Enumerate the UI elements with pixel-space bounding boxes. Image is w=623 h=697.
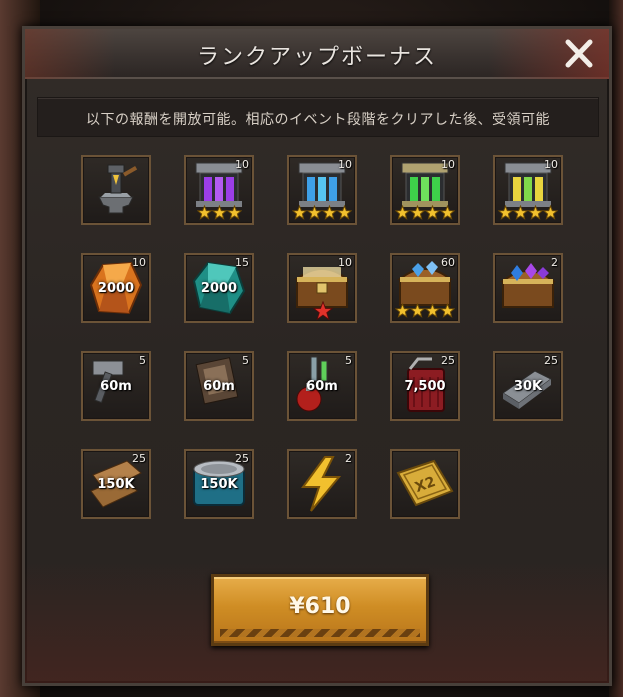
reward-quantity: 5 <box>139 354 146 367</box>
notice-box: 以下の報酬を開放可能。相応のイベント段階をクリアした後、受領可能 <box>37 97 599 137</box>
reward-book-speedup[interactable]: 60m 5 <box>184 351 254 421</box>
red-star-icon <box>313 301 333 321</box>
reward-blue-gem-chest[interactable]: 60 <box>390 253 460 323</box>
reward-amount: 7,500 <box>404 379 446 394</box>
rank-up-bonus-dialog: ランクアップボーナス 以下の報酬を開放可能。相応のイベント段階をクリアした後、受… <box>22 26 612 686</box>
reward-orange-crystal[interactable]: 2000 10 <box>81 253 151 323</box>
reward-grid: 10 10 10 10 2000 10 2000 15 10 60 2 60m … <box>81 155 563 525</box>
gold-star-icon <box>424 303 441 318</box>
anvil-hammer-icon <box>98 164 138 214</box>
dialog-title: ランクアップボーナス <box>196 45 437 70</box>
gold-star-icon <box>336 205 352 220</box>
reward-potion-speedup[interactable]: 60m 5 <box>287 351 357 421</box>
reward-amount: 30K <box>513 379 543 394</box>
reward-teal-crystal[interactable]: 2000 15 <box>184 253 254 323</box>
reward-quantity: 2 <box>551 256 558 269</box>
reward-amount: 2000 <box>97 281 135 296</box>
reward-steel[interactable]: 30K 25 <box>493 351 563 421</box>
reward-quantity: 60 <box>441 256 455 269</box>
reward-quantity: 10 <box>441 158 455 171</box>
reward-quantity: 10 <box>338 158 352 171</box>
gold-star-icon <box>395 303 411 318</box>
reward-quantity: 10 <box>338 256 352 269</box>
reward-quantity: 10 <box>544 158 558 171</box>
gold-star-icon <box>542 205 558 220</box>
reward-quantity: 10 <box>132 256 146 269</box>
reward-purple-serum[interactable]: 10 <box>184 155 254 225</box>
gold-star-icon <box>409 205 426 220</box>
reward-wood[interactable]: 150K 25 <box>81 449 151 519</box>
star-rating <box>197 205 242 220</box>
gold-star-icon <box>512 205 529 220</box>
gold-star-icon <box>527 205 544 220</box>
reward-quantity: 15 <box>235 256 249 269</box>
reward-red-star-chest[interactable]: 10 <box>287 253 357 323</box>
star-rating <box>395 303 455 318</box>
gold-star-icon <box>306 205 323 220</box>
gold-star-icon <box>292 205 308 220</box>
star-rating <box>292 205 352 220</box>
gold-star-icon <box>439 303 455 318</box>
close-icon <box>565 39 593 68</box>
reward-quantity: 25 <box>544 354 558 367</box>
reward-quantity: 25 <box>132 452 146 465</box>
gold-star-icon <box>226 205 242 220</box>
close-button[interactable] <box>559 35 599 73</box>
star-rating <box>498 205 558 220</box>
reward-amount: 2000 <box>200 281 238 296</box>
gold-star-icon <box>498 205 514 220</box>
gold-star-icon <box>424 205 441 220</box>
reward-hammer-speedup[interactable]: 60m 5 <box>81 351 151 421</box>
purchase-button[interactable]: ¥610 <box>211 574 429 646</box>
gold-star-icon <box>321 205 338 220</box>
reward-amount: 150K <box>97 477 135 492</box>
reward-amount: 150K <box>200 477 238 492</box>
reward-yellow-serum[interactable]: 10 <box>493 155 563 225</box>
gold-star-icon <box>439 205 455 220</box>
reward-fuel[interactable]: 7,500 25 <box>390 351 460 421</box>
reward-amount: 60m <box>100 379 132 394</box>
reward-quantity: 2 <box>345 452 352 465</box>
gold-star-icon <box>409 303 426 318</box>
reward-x2-ticket[interactable]: X2 <box>390 449 460 519</box>
purchase-price: ¥610 <box>289 594 351 619</box>
reward-quantity: 25 <box>441 354 455 367</box>
reward-quantity: 5 <box>242 354 249 367</box>
notice-text: 以下の報酬を開放可能。相応のイベント段階をクリアした後、受領可能 <box>86 112 550 128</box>
reward-food[interactable]: 150K 25 <box>184 449 254 519</box>
gold-x2-ticket-icon: X2 <box>396 459 454 507</box>
reward-green-serum[interactable]: 10 <box>390 155 460 225</box>
reward-quantity: 25 <box>235 452 249 465</box>
reward-purple-gem-chest[interactable]: 2 <box>493 253 563 323</box>
gold-star-icon <box>395 205 411 220</box>
reward-quantity: 5 <box>345 354 352 367</box>
gold-star-icon <box>197 205 213 220</box>
reward-amount: 60m <box>203 379 235 394</box>
reward-blue-serum[interactable]: 10 <box>287 155 357 225</box>
reward-energy[interactable]: 2 <box>287 449 357 519</box>
reward-amount: 60m <box>306 379 338 394</box>
dialog-title-bar: ランクアップボーナス <box>25 29 609 79</box>
reward-quantity: 10 <box>235 158 249 171</box>
gold-star-icon <box>211 205 228 220</box>
reward-anvil[interactable] <box>81 155 151 225</box>
button-hazard-stripe <box>220 629 420 637</box>
star-rating <box>395 205 455 220</box>
